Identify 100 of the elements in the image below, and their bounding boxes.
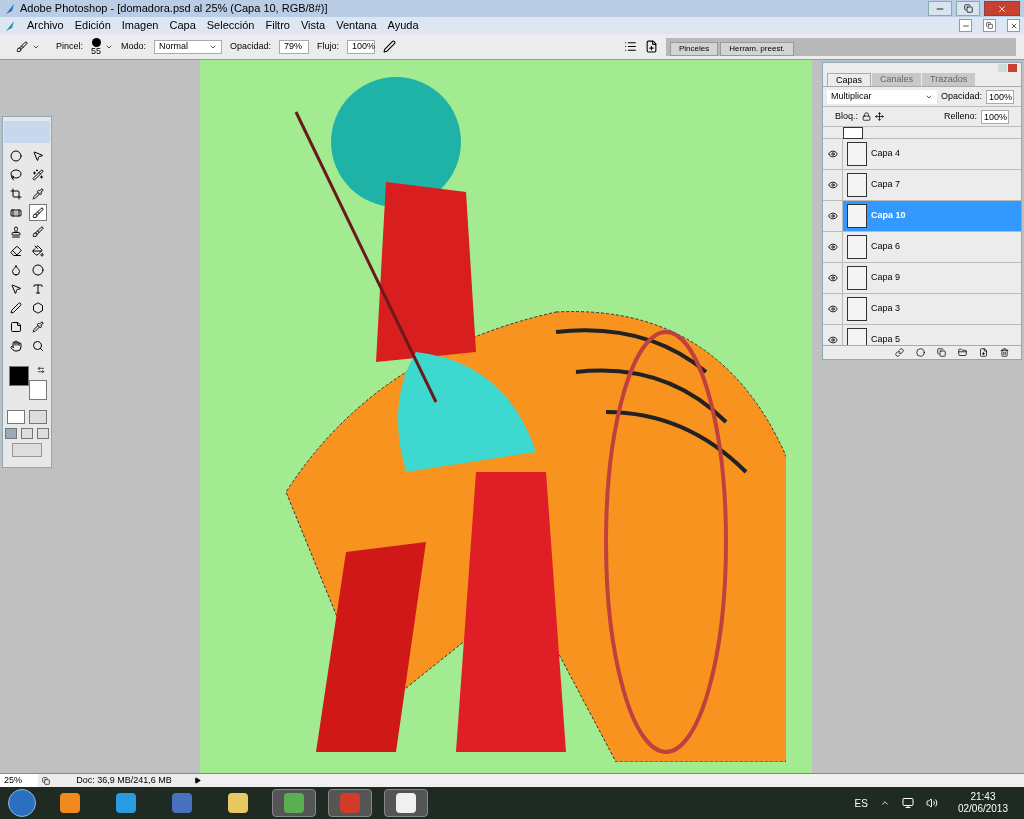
- panel-tab[interactable]: Trazados: [922, 73, 976, 86]
- fill-label: Relleno:: [943, 109, 977, 123]
- move-icon: [32, 149, 44, 162]
- link-icon[interactable]: [895, 348, 904, 357]
- layer-row[interactable]: Capa 6: [823, 232, 1021, 263]
- layer-row[interactable]: Capa 3: [823, 294, 1021, 325]
- toolbox-header: [4, 121, 50, 143]
- play-icon[interactable]: [194, 777, 201, 784]
- layer-thumbnail: [847, 142, 867, 166]
- standard-mode-button[interactable]: [7, 410, 25, 424]
- screen-mode-button[interactable]: [37, 428, 49, 439]
- language-indicator[interactable]: ES: [854, 795, 868, 811]
- menu-item[interactable]: Ayuda: [387, 17, 419, 34]
- layer-name: Capa 5: [871, 333, 901, 345]
- airbrush-icon[interactable]: [383, 40, 397, 53]
- layer-row[interactable]: Capa 5: [823, 325, 1021, 345]
- close-button[interactable]: [1007, 19, 1020, 32]
- layer-thumbnail: [847, 297, 867, 321]
- brush-tool[interactable]: [29, 204, 47, 221]
- panel-tab[interactable]: Capas: [827, 73, 871, 86]
- background-color-swatch[interactable]: [29, 380, 47, 400]
- file-browser-icon[interactable]: [645, 40, 658, 53]
- lock-label: Bloq.:: [835, 109, 858, 123]
- restore-button[interactable]: [956, 1, 980, 16]
- path-select-icon: [10, 282, 22, 295]
- window-title: Adobe Photoshop - [domadora.psd al 25% (Capa 10, RGB/8#)]: [20, 1, 329, 17]
- layer-thumbnail: [843, 127, 863, 139]
- layer-name: Capa 6: [871, 240, 901, 254]
- move-icon[interactable]: [875, 112, 884, 121]
- eye-icon[interactable]: [827, 304, 838, 314]
- blend-mode-dropdown[interactable]: Multiplicar: [827, 89, 937, 104]
- minimize-button[interactable]: [959, 19, 972, 32]
- menu-item[interactable]: Edición: [74, 17, 111, 34]
- minimize-button[interactable]: [928, 1, 952, 16]
- restore-button[interactable]: [983, 19, 996, 32]
- eye-icon[interactable]: [827, 180, 838, 190]
- hand-icon: [10, 339, 22, 352]
- panel-tab[interactable]: Canales: [872, 73, 922, 86]
- brush-picker[interactable]: 55: [91, 37, 114, 56]
- volume-icon[interactable]: [925, 797, 938, 809]
- crop-icon: [10, 187, 22, 200]
- layer-name: Capa 10: [871, 209, 906, 223]
- lasso-tool[interactable]: [7, 166, 25, 183]
- palette-icon[interactable]: [624, 40, 637, 53]
- screen-mode-button[interactable]: [21, 428, 33, 439]
- zoom-icon: [32, 339, 44, 352]
- history-brush-tool[interactable]: [29, 223, 47, 240]
- trash-icon[interactable]: [1000, 348, 1009, 357]
- pen-tool[interactable]: [7, 299, 25, 316]
- healing-brush-icon: [10, 206, 22, 219]
- magic-wand-icon: [32, 168, 44, 181]
- layer-row[interactable]: Capa 4: [823, 139, 1021, 170]
- taskbar-button[interactable]: [384, 789, 428, 817]
- new-layer-icon[interactable]: [979, 348, 988, 357]
- mode-dropdown[interactable]: Normal: [154, 39, 223, 54]
- network-icon[interactable]: [901, 797, 914, 809]
- close-icon: [1009, 21, 1018, 30]
- dodge-tool[interactable]: [29, 261, 47, 278]
- swap-colors-icon[interactable]: [37, 366, 45, 374]
- layer-name: Capa 3: [871, 302, 901, 316]
- brush-icon: [32, 206, 44, 219]
- paint-bucket-icon: [32, 244, 44, 257]
- layer-name: Capa 7: [871, 178, 901, 192]
- close-button[interactable]: [984, 1, 1020, 16]
- eye-icon[interactable]: [827, 211, 838, 221]
- eye-icon[interactable]: [827, 149, 838, 159]
- menu-item[interactable]: Ventana: [336, 17, 377, 34]
- paint-bucket-tool[interactable]: [29, 242, 47, 259]
- layer-name: Capa 9: [871, 271, 901, 285]
- menu-item[interactable]: Filtro: [265, 17, 290, 34]
- status-menu-icon[interactable]: [42, 776, 50, 785]
- palette-tab[interactable]: Herram. preest.: [720, 41, 794, 56]
- palette-tab[interactable]: Pinceles: [670, 41, 719, 56]
- menu-item[interactable]: Imagen: [121, 17, 159, 34]
- menu-item[interactable]: Selección: [206, 17, 255, 34]
- layer-style-icon[interactable]: [916, 348, 925, 357]
- menu-item[interactable]: Vista: [300, 17, 326, 34]
- eye-icon[interactable]: [827, 335, 838, 345]
- marquee-icon: [10, 149, 22, 162]
- magic-wand-tool[interactable]: [29, 166, 47, 183]
- lock-icon[interactable]: [862, 112, 871, 121]
- mode-label: Modo:: [121, 39, 147, 53]
- lasso-icon: [10, 168, 22, 181]
- restore-icon: [963, 4, 973, 13]
- type-icon: [32, 282, 44, 295]
- start-button[interactable]: [8, 789, 36, 817]
- marquee-tool[interactable]: [7, 147, 25, 164]
- menu-item[interactable]: Archivo: [27, 17, 64, 34]
- quick-mask-button[interactable]: [29, 410, 47, 424]
- eye-icon[interactable]: [827, 273, 838, 283]
- fill-field[interactable]: 100%: [981, 109, 1009, 124]
- opacity-field[interactable]: 100%: [986, 89, 1015, 104]
- flow-field[interactable]: 100%: [347, 39, 376, 54]
- eye-icon[interactable]: [827, 242, 838, 252]
- foreground-color-swatch[interactable]: [9, 366, 29, 386]
- clock[interactable]: 21:43 02/06/2013: [949, 790, 1016, 816]
- stamp-icon: [10, 225, 22, 238]
- menu-item[interactable]: Capa: [169, 17, 196, 34]
- layer-row[interactable]: Capa 9: [823, 263, 1021, 294]
- opacity-field[interactable]: 79%: [279, 39, 310, 54]
